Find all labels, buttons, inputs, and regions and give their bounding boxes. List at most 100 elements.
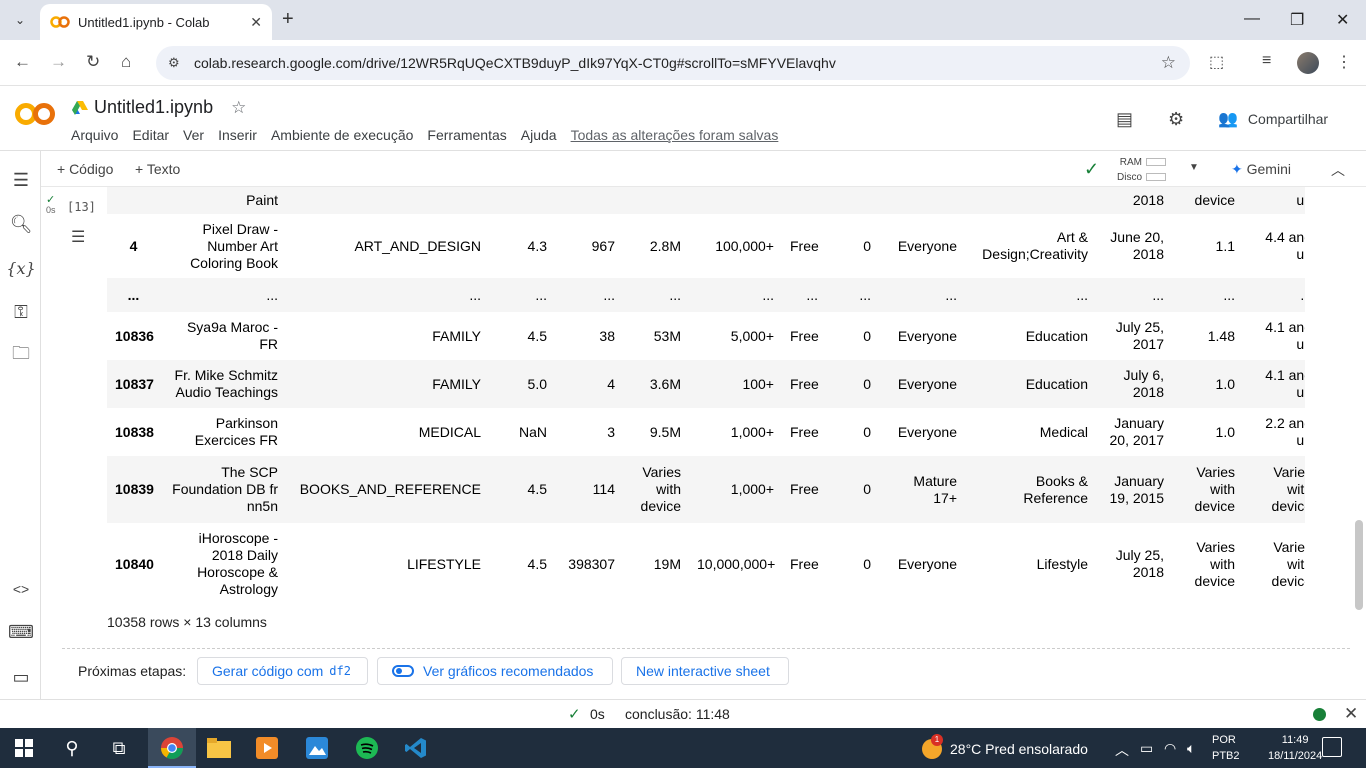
back-icon[interactable]: ←	[14, 52, 31, 72]
code-snippets-icon[interactable]: <>	[10, 578, 32, 600]
table-cell	[286, 187, 489, 214]
row-index: 10840	[115, 555, 154, 572]
terminal-icon[interactable]: ▭	[10, 666, 32, 688]
browser-tab[interactable]: Untitled1.ipynb - Colab ✕	[40, 4, 272, 40]
tray-overflow-icon[interactable]: ︿	[1115, 740, 1129, 760]
menu-arquivo[interactable]: Arquivo	[71, 127, 118, 143]
menu-ambiente[interactable]: Ambiente de execução	[271, 127, 413, 143]
notebook-title[interactable]: Untitled1.ipynb	[94, 97, 213, 118]
media-player-icon[interactable]	[253, 734, 281, 762]
minimize-icon[interactable]: —	[1244, 10, 1260, 28]
language-indicator[interactable]: POR PTB2	[1212, 732, 1240, 764]
task-view-icon[interactable]: ⧉	[105, 734, 133, 762]
extensions-icon[interactable]: ⬚	[1209, 52, 1224, 72]
scrollbar-thumb[interactable]	[1355, 520, 1363, 610]
search-icon[interactable]: 🔍︎	[10, 213, 33, 235]
weather-text: 28°C Pred ensolarado	[950, 741, 1088, 757]
windows-start-icon[interactable]	[10, 734, 38, 762]
ram-label: RAM	[1119, 157, 1143, 168]
weather-sun-icon: 1	[922, 734, 943, 759]
add-text-button[interactable]: + Texto	[135, 161, 180, 177]
menu-editar[interactable]: Editar	[132, 127, 169, 143]
close-status-icon[interactable]: ✕	[1344, 704, 1358, 724]
home-icon[interactable]: ⌂	[121, 52, 131, 72]
language-secondary: PTB2	[1212, 750, 1240, 762]
resource-monitor[interactable]: RAM Disco	[1117, 155, 1167, 185]
new-interactive-sheet-button[interactable]: New interactive sheet	[621, 657, 789, 685]
menu-inserir[interactable]: Inserir	[218, 127, 257, 143]
language-primary: POR	[1212, 734, 1236, 746]
restore-icon[interactable]: ❐	[1290, 10, 1304, 30]
table-cell: 10,000,000+	[697, 555, 776, 572]
photos-app-icon[interactable]	[303, 734, 331, 762]
collapse-header-icon[interactable]: ︿	[1331, 160, 1345, 180]
secrets-key-icon[interactable]: ⚿	[10, 301, 32, 323]
spotify-icon[interactable]	[353, 734, 381, 762]
charts-toggle-icon	[392, 665, 414, 677]
browser-menu-icon[interactable]: ⋮	[1336, 52, 1352, 72]
close-window-icon[interactable]: ✕	[1336, 10, 1349, 30]
table-row: ........................................…	[107, 278, 1305, 312]
star-notebook-icon[interactable]: ☆	[231, 98, 246, 118]
runtime-dropdown-icon[interactable]: ▼	[1189, 162, 1199, 173]
table-cell: July 25, 2018	[1115, 547, 1164, 580]
table-cell: 4	[607, 375, 615, 392]
site-info-icon[interactable]: ⚙	[168, 55, 180, 71]
weather-widget[interactable]: 1 28°C Pred ensolarado	[922, 734, 1088, 759]
tab-search-icon[interactable]: ⌄	[8, 8, 32, 32]
table-cell	[879, 187, 965, 214]
media-control-icon[interactable]: ≡	[1262, 52, 1271, 70]
output-actions-icon[interactable]: ☰	[71, 227, 85, 247]
table-cell: 0	[863, 237, 871, 254]
reload-icon[interactable]: ↻	[86, 52, 100, 72]
gemini-button[interactable]: ✦ Gemini	[1231, 161, 1291, 178]
comments-icon[interactable]: ▤	[1116, 109, 1133, 130]
table-cell: FAMILY	[432, 375, 481, 392]
table-cell: Varies with device	[1271, 464, 1305, 514]
search-taskbar-icon[interactable]: ⚲	[58, 734, 86, 762]
ram-bar	[1146, 158, 1167, 167]
save-status-link[interactable]: Todas as alterações foram salvas	[571, 127, 779, 143]
wifi-icon[interactable]: ◠	[1164, 740, 1176, 757]
table-of-contents-icon[interactable]: ☰	[10, 169, 32, 191]
battery-icon[interactable]: ▭	[1140, 740, 1153, 757]
profile-avatar[interactable]	[1297, 52, 1319, 74]
table-cell: 1,000+	[730, 481, 774, 497]
share-button[interactable]: 👥 Compartilhar	[1218, 109, 1328, 129]
menu-ferramentas[interactable]: Ferramentas	[427, 127, 506, 143]
colab-logo[interactable]	[14, 101, 56, 134]
chrome-icon[interactable]	[158, 734, 186, 762]
recommended-charts-button[interactable]: Ver gráficos recomendados	[377, 657, 613, 685]
files-folder-icon[interactable]: 🗀	[10, 343, 32, 367]
status-completion[interactable]: conclusão: 11:48	[625, 706, 730, 722]
notifications-icon[interactable]	[1322, 737, 1342, 757]
menu-ajuda[interactable]: Ajuda	[521, 127, 557, 143]
new-tab-icon[interactable]: +	[282, 8, 294, 31]
bookmark-star-icon[interactable]: ☆	[1161, 53, 1176, 73]
close-tab-icon[interactable]: ✕	[250, 14, 262, 31]
generate-code-button[interactable]: Gerar código com df2	[197, 657, 368, 685]
execution-count: [13]	[67, 200, 96, 214]
menu-ver[interactable]: Ver	[183, 127, 204, 143]
table-cell: Books & Reference	[1023, 472, 1088, 506]
volume-icon[interactable]: 🔈︎	[1187, 740, 1195, 757]
table-cell: ...	[266, 286, 278, 303]
table-cell: 4.1 and up	[1265, 367, 1305, 400]
taskbar-clock[interactable]: 11:49 18/11/2024	[1268, 732, 1322, 764]
table-cell: ...	[1223, 286, 1235, 303]
clock-time: 11:49	[1281, 734, 1309, 746]
address-bar[interactable]: ⚙ colab.research.google.com/drive/12WR5R…	[156, 46, 1190, 80]
table-cell: FAMILY	[432, 327, 481, 344]
runtime-status-dot[interactable]	[1313, 708, 1326, 721]
table-cell: 1,000+	[730, 423, 774, 440]
generate-code-label: Gerar código com	[212, 663, 324, 679]
vscode-icon[interactable]	[402, 734, 430, 762]
settings-gear-icon[interactable]: ⚙	[1168, 109, 1184, 130]
command-palette-icon[interactable]: ⌨	[8, 621, 34, 643]
forward-icon[interactable]: →	[50, 52, 67, 72]
table-cell: iHoroscope - 2018 Daily Horoscope & Astr…	[197, 530, 278, 597]
file-explorer-icon[interactable]	[205, 734, 233, 762]
notebook-title-area: Untitled1.ipynb ☆	[72, 97, 246, 118]
add-code-button[interactable]: + Código	[57, 161, 113, 177]
variables-icon[interactable]: {x}	[6, 257, 35, 279]
